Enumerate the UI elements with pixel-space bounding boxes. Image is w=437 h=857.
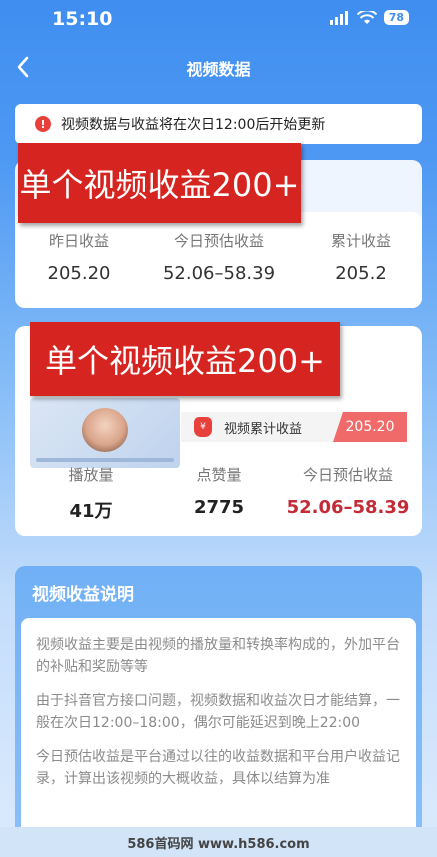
stat-value: 205.2	[335, 263, 387, 284]
wifi-icon	[356, 10, 377, 24]
stat-label: 播放量	[68, 466, 114, 484]
overlay-banner: 单个视频收益200+	[18, 143, 301, 223]
status-icons: 78	[329, 10, 409, 25]
stat-value: 205.20	[47, 263, 111, 284]
stat-total: 累计收益 205.2	[323, 230, 399, 284]
alert-circle-icon: !	[35, 116, 51, 132]
battery-indicator: 78	[383, 10, 409, 25]
explain-title: 视频收益说明	[32, 585, 134, 605]
explain-body: 视频收益主要是由视频的播放量和转换率构成的，外加平台的补贴和奖励等等 由于抖音官…	[21, 618, 416, 857]
summary-card: 昨日收益 205.20 今日预估收益 52.06–58.39 累计收益 205.…	[15, 212, 422, 308]
stat-plays: 播放量 41万	[55, 464, 127, 523]
stat-label: 点赞量	[196, 466, 242, 484]
notice-text: 视频数据与收益将在次日12:00后开始更新	[61, 117, 326, 133]
explain-paragraph: 今日预估收益是平台通过以往的收益数据和平台用户收益记录，计算出该视频的大概收益，…	[36, 749, 400, 787]
stat-value: 41万	[69, 501, 113, 522]
signal-icon	[329, 10, 348, 25]
money-bag-icon: ¥	[194, 417, 212, 437]
stat-today-estimate: 今日预估收益 52.06–58.39	[152, 230, 286, 284]
stat-yesterday: 昨日收益 205.20	[43, 230, 115, 284]
watermark: 586首码网 www.h586.com	[0, 827, 437, 857]
status-bar: 15:10 78	[0, 0, 437, 38]
cumulative-value: 205.20	[333, 412, 407, 442]
stat-video-today-estimate: 今日预估收益 52.06–58.39	[285, 464, 411, 518]
stat-value: 52.06–58.39	[162, 263, 276, 284]
explain-paragraph: 视频收益主要是由视频的播放量和转换率构成的，外加平台的补贴和奖励等等	[36, 637, 400, 675]
overlay-banner: 单个视频收益200+	[30, 322, 340, 396]
page-title: 视频数据	[186, 60, 251, 79]
cumulative-label: 视频累计收益	[224, 421, 303, 437]
stat-label: 昨日收益	[48, 232, 109, 250]
explain-paragraph: 由于抖音官方接口问题，视频数据和收益次日才能结算，一般在次日12:00–18:0…	[36, 693, 400, 731]
status-time: 15:10	[52, 8, 113, 30]
stat-value: 2775	[193, 497, 245, 518]
thumbnail-bar	[36, 458, 174, 462]
stat-label: 累计收益	[330, 232, 391, 250]
nav-bar: 视频数据	[0, 48, 437, 86]
stat-likes: 点赞量 2775	[181, 464, 257, 518]
thumbnail-face	[82, 408, 128, 452]
video-thumbnail[interactable]	[30, 398, 180, 468]
stat-label: 今日预估收益	[302, 466, 393, 484]
update-notice: ! 视频数据与收益将在次日12:00后开始更新	[15, 104, 422, 144]
explain-card: 视频收益说明 视频收益主要是由视频的播放量和转换率构成的，外加平台的补贴和奖励等…	[15, 566, 422, 857]
stat-value: 52.06–58.39	[286, 497, 410, 518]
stat-label: 今日预估收益	[173, 232, 264, 250]
video-cumulative-earnings: ¥ 视频累计收益 205.20	[181, 412, 407, 442]
